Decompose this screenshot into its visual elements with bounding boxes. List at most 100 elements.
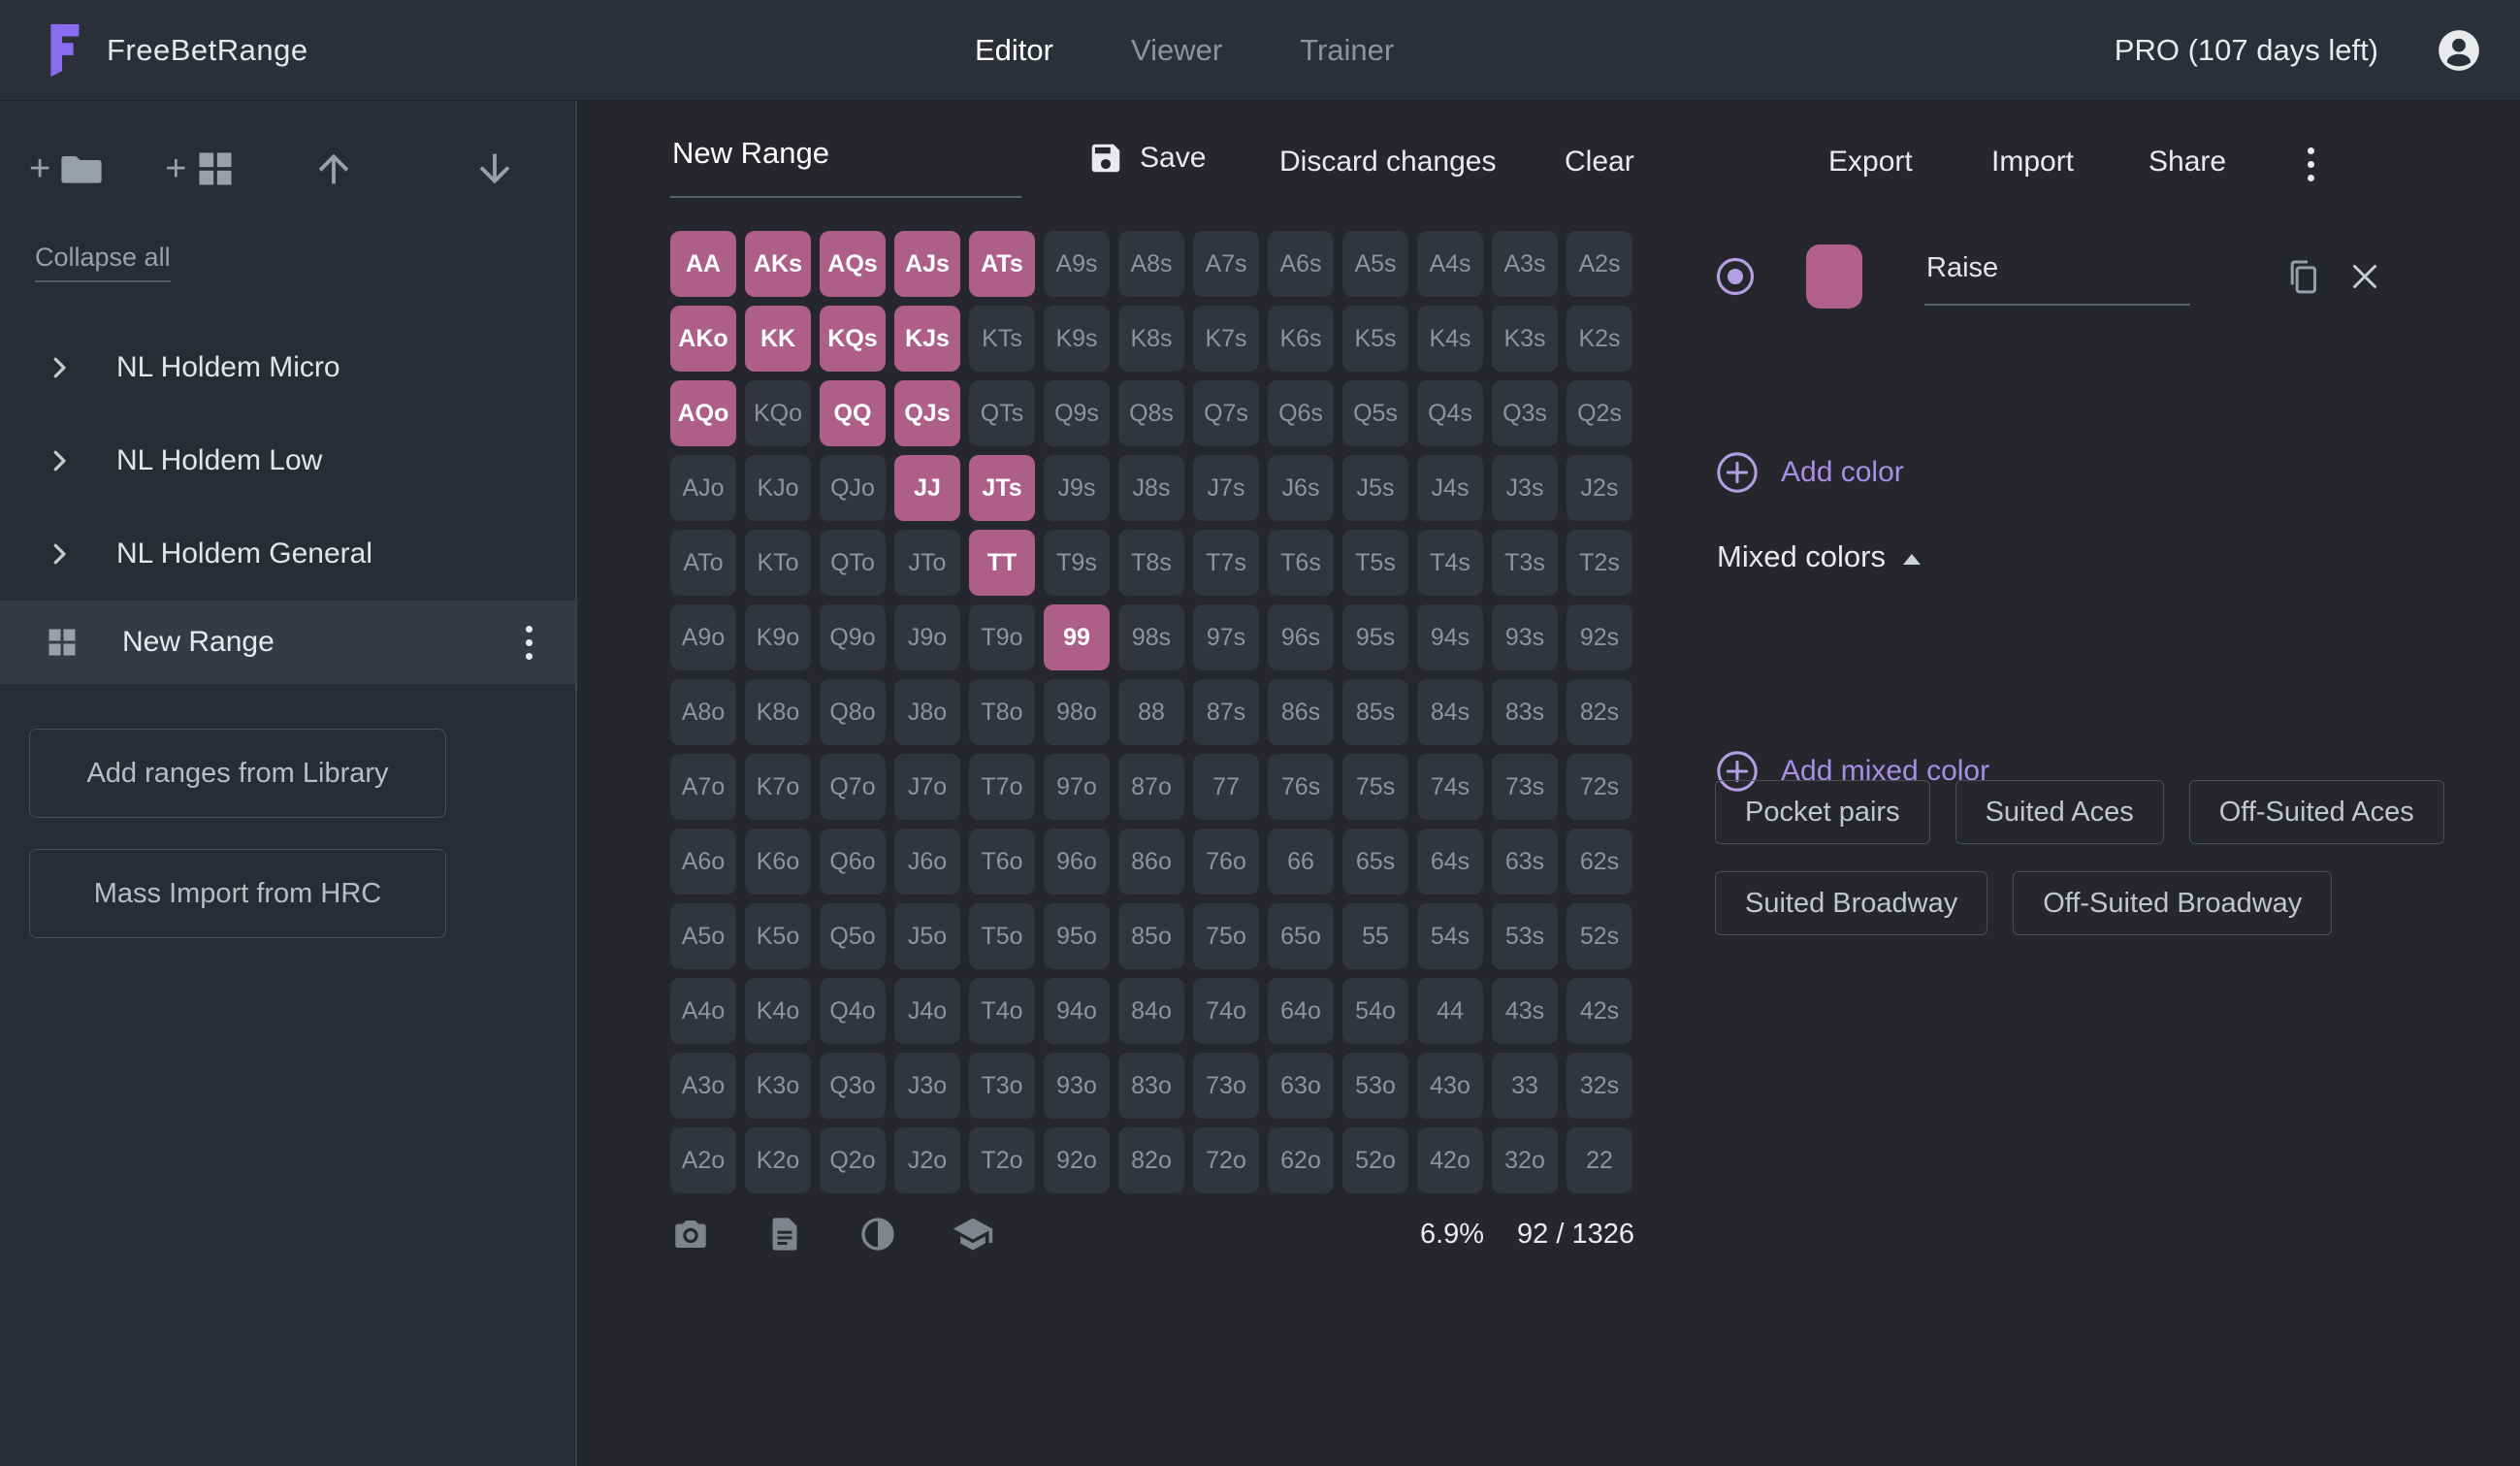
hand-cell-63s[interactable]: 63s bbox=[1492, 829, 1558, 895]
hand-cell-J9o[interactable]: J9o bbox=[894, 604, 960, 670]
hand-cell-A7o[interactable]: A7o bbox=[670, 754, 736, 820]
nav-trainer[interactable]: Trainer bbox=[1300, 33, 1394, 68]
hand-cell-K7s[interactable]: K7s bbox=[1193, 306, 1259, 372]
hand-cell-T3s[interactable]: T3s bbox=[1492, 530, 1558, 596]
hand-cell-K8o[interactable]: K8o bbox=[745, 679, 811, 745]
hand-cell-Q5o[interactable]: Q5o bbox=[820, 903, 886, 969]
hand-cell-73o[interactable]: 73o bbox=[1193, 1053, 1259, 1119]
hand-cell-73s[interactable]: 73s bbox=[1492, 754, 1558, 820]
hand-cell-A9s[interactable]: A9s bbox=[1044, 231, 1110, 297]
add-range-button[interactable]: + bbox=[165, 147, 237, 190]
hand-cell-K5o[interactable]: K5o bbox=[745, 903, 811, 969]
hand-cell-88[interactable]: 88 bbox=[1118, 679, 1184, 745]
hand-cell-K9o[interactable]: K9o bbox=[745, 604, 811, 670]
sidebar-item-new-range[interactable]: New Range bbox=[0, 601, 575, 684]
hand-cell-AJo[interactable]: AJo bbox=[670, 455, 736, 521]
hand-cell-32o[interactable]: 32o bbox=[1492, 1127, 1558, 1193]
hand-cell-63o[interactable]: 63o bbox=[1268, 1053, 1334, 1119]
hand-cell-AKs[interactable]: AKs bbox=[745, 231, 811, 297]
hand-cell-97o[interactable]: 97o bbox=[1044, 754, 1110, 820]
hand-cell-65o[interactable]: 65o bbox=[1268, 903, 1334, 969]
hand-cell-AKo[interactable]: AKo bbox=[670, 306, 736, 372]
hand-cell-J2s[interactable]: J2s bbox=[1567, 455, 1632, 521]
hand-cell-T3o[interactable]: T3o bbox=[969, 1053, 1035, 1119]
sidebar-folder-2[interactable]: NL Holdem General bbox=[0, 507, 575, 601]
save-button[interactable]: Save bbox=[1087, 140, 1206, 177]
hand-cell-KTs[interactable]: KTs bbox=[969, 306, 1035, 372]
hand-cell-T2s[interactable]: T2s bbox=[1567, 530, 1632, 596]
hand-cell-T6o[interactable]: T6o bbox=[969, 829, 1035, 895]
hand-cell-KQo[interactable]: KQo bbox=[745, 380, 811, 446]
hand-cell-75s[interactable]: 75s bbox=[1342, 754, 1408, 820]
hand-cell-83o[interactable]: 83o bbox=[1118, 1053, 1184, 1119]
hand-cell-74o[interactable]: 74o bbox=[1193, 978, 1259, 1044]
hand-cell-K4o[interactable]: K4o bbox=[745, 978, 811, 1044]
hand-cell-T8s[interactable]: T8s bbox=[1118, 530, 1184, 596]
add-color-button[interactable]: Add color bbox=[1715, 450, 1904, 495]
hand-cell-77[interactable]: 77 bbox=[1193, 754, 1259, 820]
hand-cell-J6o[interactable]: J6o bbox=[894, 829, 960, 895]
hand-cell-T5s[interactable]: T5s bbox=[1342, 530, 1408, 596]
hand-cell-92s[interactable]: 92s bbox=[1567, 604, 1632, 670]
hand-cell-82o[interactable]: 82o bbox=[1118, 1127, 1184, 1193]
hand-cell-43o[interactable]: 43o bbox=[1417, 1053, 1483, 1119]
hand-cell-T6s[interactable]: T6s bbox=[1268, 530, 1334, 596]
hand-cell-A5s[interactable]: A5s bbox=[1342, 231, 1408, 297]
hand-cell-82s[interactable]: 82s bbox=[1567, 679, 1632, 745]
nav-viewer[interactable]: Viewer bbox=[1131, 33, 1222, 68]
add-ranges-from-library-button[interactable]: Add ranges from Library bbox=[29, 729, 446, 818]
hand-cell-A5o[interactable]: A5o bbox=[670, 903, 736, 969]
text-view-button[interactable] bbox=[765, 1215, 804, 1254]
hand-cell-T7s[interactable]: T7s bbox=[1193, 530, 1259, 596]
hand-cell-Q8o[interactable]: Q8o bbox=[820, 679, 886, 745]
hand-cell-64o[interactable]: 64o bbox=[1268, 978, 1334, 1044]
hand-cell-87s[interactable]: 87s bbox=[1193, 679, 1259, 745]
hand-cell-92o[interactable]: 92o bbox=[1044, 1127, 1110, 1193]
hand-cell-76s[interactable]: 76s bbox=[1268, 754, 1334, 820]
nav-editor[interactable]: Editor bbox=[975, 33, 1053, 68]
hand-cell-43s[interactable]: 43s bbox=[1492, 978, 1558, 1044]
hand-cell-K2s[interactable]: K2s bbox=[1567, 306, 1632, 372]
hand-cell-J9s[interactable]: J9s bbox=[1044, 455, 1110, 521]
sidebar-folder-1[interactable]: NL Holdem Low bbox=[0, 414, 575, 507]
hand-cell-J4o[interactable]: J4o bbox=[894, 978, 960, 1044]
hand-cell-T7o[interactable]: T7o bbox=[969, 754, 1035, 820]
hand-cell-72s[interactable]: 72s bbox=[1567, 754, 1632, 820]
hand-cell-85s[interactable]: 85s bbox=[1342, 679, 1408, 745]
hand-cell-53s[interactable]: 53s bbox=[1492, 903, 1558, 969]
hand-cell-97s[interactable]: 97s bbox=[1193, 604, 1259, 670]
color-name-input[interactable] bbox=[1924, 248, 2190, 306]
hand-cell-32s[interactable]: 32s bbox=[1567, 1053, 1632, 1119]
hand-cell-Q3s[interactable]: Q3s bbox=[1492, 380, 1558, 446]
range-name-input[interactable] bbox=[670, 128, 1021, 198]
hand-cell-A4s[interactable]: A4s bbox=[1417, 231, 1483, 297]
hand-cell-A3s[interactable]: A3s bbox=[1492, 231, 1558, 297]
hand-cell-K3o[interactable]: K3o bbox=[745, 1053, 811, 1119]
hand-cell-QTs[interactable]: QTs bbox=[969, 380, 1035, 446]
hand-cell-42s[interactable]: 42s bbox=[1567, 978, 1632, 1044]
hand-cell-AJs[interactable]: AJs bbox=[894, 231, 960, 297]
hand-cell-J2o[interactable]: J2o bbox=[894, 1127, 960, 1193]
hand-cell-A4o[interactable]: A4o bbox=[670, 978, 736, 1044]
hand-cell-93o[interactable]: 93o bbox=[1044, 1053, 1110, 1119]
hand-cell-A6o[interactable]: A6o bbox=[670, 829, 736, 895]
hand-cell-KJs[interactable]: KJs bbox=[894, 306, 960, 372]
preset-suited-aces[interactable]: Suited Aces bbox=[1955, 780, 2164, 844]
hand-cell-52s[interactable]: 52s bbox=[1567, 903, 1632, 969]
hand-cell-84o[interactable]: 84o bbox=[1118, 978, 1184, 1044]
hand-cell-86s[interactable]: 86s bbox=[1268, 679, 1334, 745]
hand-cell-55[interactable]: 55 bbox=[1342, 903, 1408, 969]
hand-cell-Q4o[interactable]: Q4o bbox=[820, 978, 886, 1044]
hand-cell-A9o[interactable]: A9o bbox=[670, 604, 736, 670]
hand-cell-K9s[interactable]: K9s bbox=[1044, 306, 1110, 372]
hand-cell-JTo[interactable]: JTo bbox=[894, 530, 960, 596]
hand-cell-KQs[interactable]: KQs bbox=[820, 306, 886, 372]
mass-import-from-hrc-button[interactable]: Mass Import from HRC bbox=[29, 849, 446, 938]
hand-cell-ATo[interactable]: ATo bbox=[670, 530, 736, 596]
hand-cell-K7o[interactable]: K7o bbox=[745, 754, 811, 820]
hand-cell-T5o[interactable]: T5o bbox=[969, 903, 1035, 969]
hand-cell-A3o[interactable]: A3o bbox=[670, 1053, 736, 1119]
clear-button[interactable]: Clear bbox=[1565, 146, 1634, 179]
hand-cell-T9s[interactable]: T9s bbox=[1044, 530, 1110, 596]
hand-cell-52o[interactable]: 52o bbox=[1342, 1127, 1408, 1193]
